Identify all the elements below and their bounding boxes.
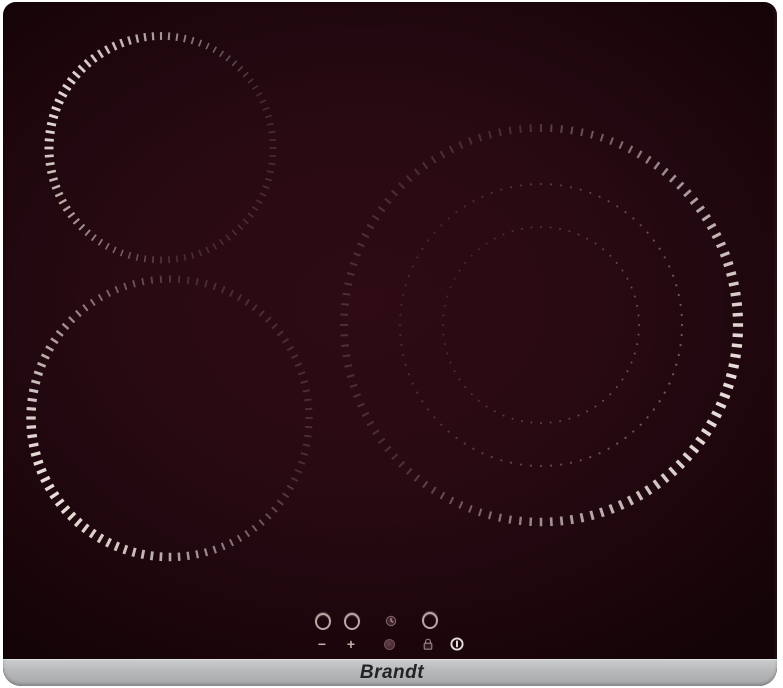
padlock-icon: [422, 637, 434, 651]
dot-indicator-icon: [384, 639, 395, 650]
child-lock-button[interactable]: [422, 637, 434, 651]
cooking-zone-right-triple: [340, 124, 743, 526]
minus-icon: −: [318, 637, 326, 651]
plus-icon: +: [347, 637, 355, 651]
cooking-zone-front-left: [26, 275, 312, 561]
product-photo: { "brand": { "name": "Brandt" }, "colors…: [0, 0, 783, 688]
power-icon: [449, 636, 465, 652]
zone-select-front-left-button[interactable]: [344, 613, 360, 629]
ring-icon: [315, 613, 331, 630]
power-button[interactable]: [449, 636, 465, 652]
plus-button[interactable]: +: [343, 636, 359, 652]
cooking-zones: [3, 2, 777, 686]
zone-select-right-button[interactable]: [422, 612, 438, 628]
zone-select-rear-left-button[interactable]: [315, 613, 331, 629]
ring-icon: [422, 612, 438, 629]
cooking-zone-rear-left: [45, 32, 277, 263]
clock-icon: [385, 615, 397, 627]
timer-clock-icon: [385, 615, 397, 627]
ring-icon: [344, 613, 360, 630]
minus-button[interactable]: −: [314, 636, 330, 652]
front-trim-strip: Brandt: [3, 659, 777, 686]
brand-logo: Brandt: [360, 659, 424, 686]
timer-dot-button[interactable]: [384, 639, 395, 650]
cooktop-surface: Brandt: [3, 2, 777, 686]
